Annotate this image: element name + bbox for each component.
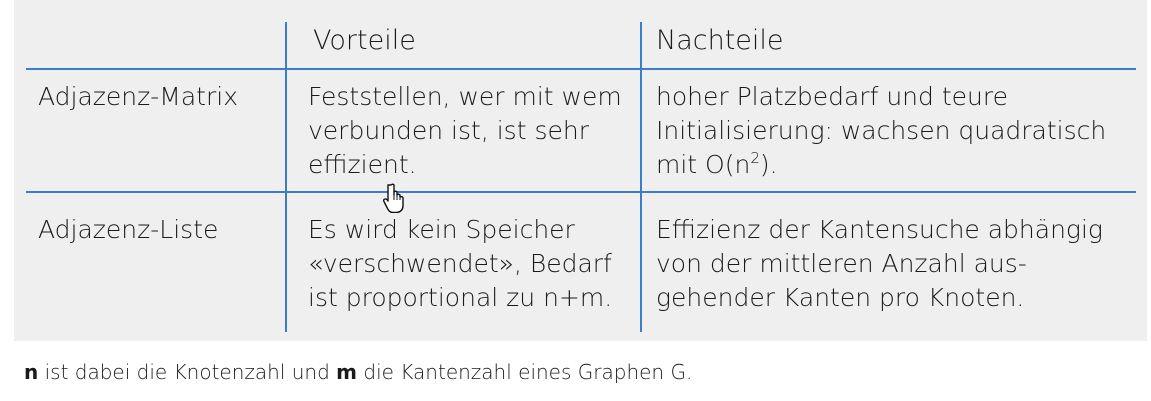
comparison-table: Vorteile Nachteile Adjazenz-Matrix Fests…: [14, 0, 1147, 341]
footnote: n ist dabei die Knotenzahl und m die Kan…: [24, 360, 692, 384]
hand-cursor-icon: [382, 183, 405, 214]
footnote-n: n: [24, 360, 39, 384]
row1-nachteile: hoher Platzbedarf und teure Initialisier…: [656, 80, 1106, 182]
column-divider-1: [285, 22, 287, 332]
row1-nachteile-end: ).: [759, 150, 778, 179]
footnote-text-2: die Kantenzahl eines Graphen G.: [357, 360, 693, 384]
row1-vorteile: Feststellen, wer mit wem verbunden ist, …: [308, 82, 622, 179]
row-label-adjazenz-matrix: Adjazenz-Matrix: [38, 82, 238, 111]
header-nachteile: Nachteile: [656, 25, 784, 56]
row-divider: [26, 191, 1136, 193]
row-label-adjazenz-liste: Adjazenz-Liste: [38, 215, 219, 244]
row1-nachteile-text: hoher Platzbedarf und teure Initialisier…: [656, 82, 1107, 179]
column-divider-2: [640, 22, 642, 332]
row2-vorteile: Es wird kein Speicher «verschwendet», Be…: [308, 215, 613, 312]
exponent: 2: [750, 149, 760, 167]
footnote-text-1: ist dabei die Knotenzahl und: [38, 360, 337, 384]
row2-nachteile: Effizienz der Kantensuche abhängig von d…: [656, 215, 1103, 312]
footnote-m: m: [336, 360, 358, 384]
header-divider: [26, 68, 1136, 70]
header-vorteile: Vorteile: [313, 25, 416, 56]
